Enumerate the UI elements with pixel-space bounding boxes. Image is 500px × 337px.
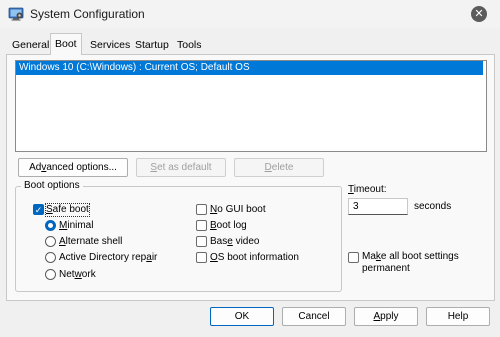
tab-services[interactable]: Services xyxy=(86,36,134,54)
no-gui-boot-checkbox[interactable] xyxy=(196,204,207,215)
close-button[interactable]: ✕ xyxy=(471,6,487,22)
cancel-button[interactable]: Cancel xyxy=(282,307,346,326)
tab-general[interactable]: General xyxy=(8,36,53,54)
window-title: System Configuration xyxy=(30,7,145,21)
minimal-label: Minimal xyxy=(59,220,94,231)
boot-log-checkbox[interactable] xyxy=(196,220,207,231)
make-permanent-label-line2: permanent xyxy=(362,263,410,274)
delete-button[interactable]: Delete xyxy=(234,158,324,177)
tab-boot[interactable]: Boot xyxy=(50,33,82,55)
os-boot-information-checkbox[interactable] xyxy=(196,252,207,263)
base-video-label: Base video xyxy=(210,236,260,247)
os-boot-information-label: OS boot information xyxy=(210,252,299,263)
boot-entry-row[interactable]: Windows 10 (C:\Windows) : Current OS; De… xyxy=(16,61,483,75)
safe-boot-label: Safe boot xyxy=(45,203,90,217)
network-label: Network xyxy=(59,269,96,280)
boot-options-label: Boot options xyxy=(21,180,83,191)
apply-button[interactable]: Apply xyxy=(354,307,418,326)
close-icon: ✕ xyxy=(474,8,484,20)
boot-log-label: Boot log xyxy=(210,220,247,231)
timeout-input[interactable]: 3 xyxy=(348,198,408,215)
advanced-options-button[interactable]: Advanced options... xyxy=(18,158,128,177)
network-radio[interactable] xyxy=(45,269,56,280)
base-video-checkbox[interactable] xyxy=(196,236,207,247)
tab-tools[interactable]: Tools xyxy=(173,36,206,54)
make-permanent-checkbox[interactable] xyxy=(348,252,359,263)
active-directory-repair-label: Active Directory repair xyxy=(59,252,158,263)
tab-startup[interactable]: Startup xyxy=(131,36,173,54)
make-permanent-label: Make all boot settings xyxy=(362,251,459,262)
system-config-icon xyxy=(8,7,24,21)
timeout-label: Timeout: xyxy=(348,184,387,195)
ok-button[interactable]: OK xyxy=(210,307,274,326)
active-directory-repair-radio[interactable] xyxy=(45,252,56,263)
set-as-default-button[interactable]: Set as default xyxy=(136,158,226,177)
no-gui-boot-label: No GUI boot xyxy=(210,204,266,215)
help-button[interactable]: Help xyxy=(426,307,490,326)
alternate-shell-label: Alternate shell xyxy=(59,236,123,247)
timeout-unit: seconds xyxy=(414,201,452,212)
safe-boot-checkbox[interactable]: ✓ xyxy=(33,204,44,215)
checkmark-icon: ✓ xyxy=(34,205,43,215)
minimal-radio[interactable] xyxy=(45,220,56,231)
alternate-shell-radio[interactable] xyxy=(45,236,56,247)
